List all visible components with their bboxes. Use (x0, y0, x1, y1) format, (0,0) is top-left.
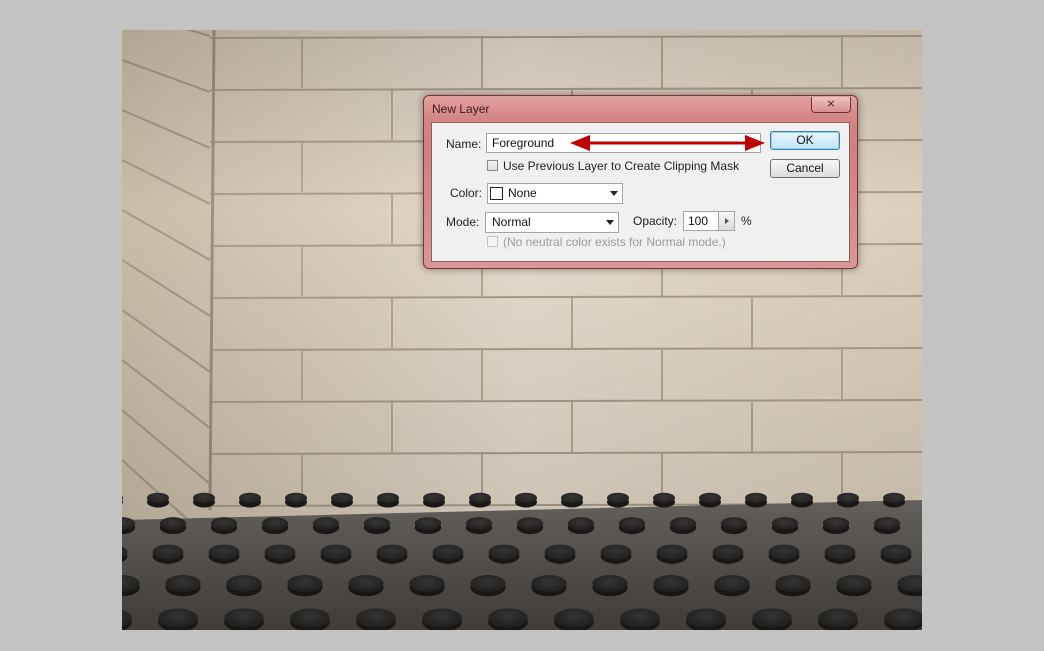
color-dropdown[interactable]: None (487, 183, 623, 204)
mode-dropdown[interactable]: Normal (485, 212, 619, 233)
opacity-label: Opacity: (633, 214, 678, 228)
mode-label: Mode: (446, 215, 480, 229)
new-layer-dialog: New Layer ⨯ Name: Foreground Use Previou… (423, 95, 858, 269)
opacity-field[interactable]: 100 (683, 211, 719, 231)
name-label: Name: (446, 137, 482, 151)
name-field[interactable]: Foreground (486, 133, 761, 153)
color-label: Color: (450, 186, 483, 200)
close-button[interactable]: ⨯ (811, 97, 851, 113)
clipping-mask-checkbox[interactable] (487, 160, 498, 171)
chevron-down-icon (606, 220, 614, 225)
dialog-title: New Layer (432, 102, 490, 116)
clipping-mask-label: Use Previous Layer to Create Clipping Ma… (503, 159, 740, 173)
color-value: None (508, 186, 537, 200)
opacity-unit: % (741, 214, 752, 228)
neutral-color-label: (No neutral color exists for Normal mode… (503, 235, 726, 249)
color-swatch-icon (490, 187, 503, 200)
mode-value: Normal (492, 215, 531, 229)
chevron-down-icon (610, 191, 618, 196)
neutral-color-checkbox[interactable] (487, 236, 498, 247)
ok-button[interactable]: OK (770, 131, 840, 150)
dialog-body: Name: Foreground Use Previous Layer to C… (431, 122, 850, 262)
opacity-slider-button[interactable] (718, 211, 735, 231)
cancel-button[interactable]: Cancel (770, 159, 840, 178)
chevron-right-icon (725, 218, 729, 224)
